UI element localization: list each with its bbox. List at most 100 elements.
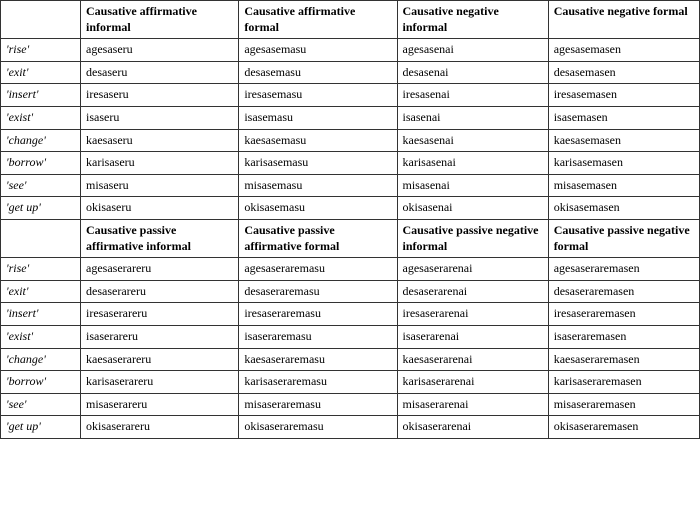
cell-c4: kaesaseraremasen	[548, 348, 699, 371]
cell-c3: isaserarenai	[397, 325, 548, 348]
cell-c4: desaseraremasen	[548, 280, 699, 303]
cell-c2: isaseraremasu	[239, 325, 397, 348]
cell-c2: okisaseraremasu	[239, 416, 397, 439]
cell-c3: okisaserarenai	[397, 416, 548, 439]
cell-c2: desasemasu	[239, 61, 397, 84]
col-header-2: Causative affirmative formal	[239, 1, 397, 39]
cell-c2: misasemasu	[239, 174, 397, 197]
cell-c2: karisasemasu	[239, 152, 397, 175]
word-cell: 'insert'	[1, 84, 81, 107]
table-row: 'rise' agesaseru agesasemasu agesasenai …	[1, 39, 700, 62]
cell-c3: misasenai	[397, 174, 548, 197]
table-row: 'borrow' karisaserareru karisaseraremasu…	[1, 371, 700, 394]
cell-c3: kaesaserarenai	[397, 348, 548, 371]
cell-c1: isaseru	[81, 106, 239, 129]
section2-col-header-2: Causative passive affirmative formal	[239, 219, 397, 257]
cell-c1: karisaserareru	[81, 371, 239, 394]
section2-col-header-3: Causative passive negative informal	[397, 219, 548, 257]
cell-c4: kaesasemasen	[548, 129, 699, 152]
cell-c3: karisaserarenai	[397, 371, 548, 394]
section2-col-header-0	[1, 219, 81, 257]
table-row: 'change' kaesaseru kaesasemasu kaesasena…	[1, 129, 700, 152]
cell-c3: agesasenai	[397, 39, 548, 62]
cell-c1: iresaserareru	[81, 303, 239, 326]
table-row: 'get up' okisaseru okisasemasu okisasena…	[1, 197, 700, 220]
table-row: 'rise' agesaserareru agesaseraremasu age…	[1, 258, 700, 281]
cell-c1: misaserareru	[81, 393, 239, 416]
cell-c4: karisasemasen	[548, 152, 699, 175]
cell-c1: desaserareru	[81, 280, 239, 303]
cell-c4: iresasemasen	[548, 84, 699, 107]
cell-c4: karisaseraremasen	[548, 371, 699, 394]
cell-c1: kaesaserareru	[81, 348, 239, 371]
table-row: 'exit' desaseru desasemasu desasenai des…	[1, 61, 700, 84]
cell-c2: karisaseraremasu	[239, 371, 397, 394]
table-row: 'exist' isaseru isasemasu isasenai isase…	[1, 106, 700, 129]
cell-c3: isasenai	[397, 106, 548, 129]
word-cell: 'get up'	[1, 416, 81, 439]
section2-header-row: Causative passive affirmative informal C…	[1, 219, 700, 257]
cell-c4: iresaseraremasen	[548, 303, 699, 326]
col-header-1: Causative affirmative informal	[81, 1, 239, 39]
cell-c1: okisaseru	[81, 197, 239, 220]
cell-c2: agesasemasu	[239, 39, 397, 62]
cell-c3: okisasenai	[397, 197, 548, 220]
cell-c3: misaserarenai	[397, 393, 548, 416]
table-row: 'borrow' karisaseru karisasemasu karisas…	[1, 152, 700, 175]
cell-c4: agesasemasen	[548, 39, 699, 62]
cell-c2: iresaseraremasu	[239, 303, 397, 326]
table-row: 'insert' iresaseru iresasemasu iresasena…	[1, 84, 700, 107]
word-cell: 'exit'	[1, 280, 81, 303]
col-header-3: Causative negative informal	[397, 1, 548, 39]
word-cell: 'get up'	[1, 197, 81, 220]
word-cell: 'see'	[1, 174, 81, 197]
cell-c1: misaseru	[81, 174, 239, 197]
cell-c2: misaseraremasu	[239, 393, 397, 416]
cell-c3: iresasenai	[397, 84, 548, 107]
cell-c4: desasemasen	[548, 61, 699, 84]
section2-col-header-4: Causative passive negative formal	[548, 219, 699, 257]
word-cell: 'insert'	[1, 303, 81, 326]
table-row: 'see' misaserareru misaseraremasu misase…	[1, 393, 700, 416]
cell-c3: agesaserarenai	[397, 258, 548, 281]
cell-c2: kaesaseraremasu	[239, 348, 397, 371]
cell-c1: agesaseru	[81, 39, 239, 62]
cell-c2: isasemasu	[239, 106, 397, 129]
cell-c4: okisasemasen	[548, 197, 699, 220]
cell-c1: desaseru	[81, 61, 239, 84]
table-row: 'change' kaesaserareru kaesaseraremasu k…	[1, 348, 700, 371]
cell-c1: iresaseru	[81, 84, 239, 107]
cell-c3: desasenai	[397, 61, 548, 84]
cell-c2: kaesasemasu	[239, 129, 397, 152]
section2-col-header-1: Causative passive affirmative informal	[81, 219, 239, 257]
word-cell: 'rise'	[1, 258, 81, 281]
cell-c1: isaserareru	[81, 325, 239, 348]
word-cell: 'change'	[1, 129, 81, 152]
word-cell: 'borrow'	[1, 152, 81, 175]
cell-c2: iresasemasu	[239, 84, 397, 107]
cell-c2: okisasemasu	[239, 197, 397, 220]
cell-c1: agesaserareru	[81, 258, 239, 281]
cell-c1: okisaserareru	[81, 416, 239, 439]
cell-c3: desaserarenai	[397, 280, 548, 303]
conjugation-table: Causative affirmative informal Causative…	[0, 0, 700, 439]
word-cell: 'rise'	[1, 39, 81, 62]
table-row: 'exit' desaserareru desaseraremasu desas…	[1, 280, 700, 303]
cell-c2: agesaseraremasu	[239, 258, 397, 281]
table-row: 'insert' iresaserareru iresaseraremasu i…	[1, 303, 700, 326]
col-header-0	[1, 1, 81, 39]
cell-c2: desaseraremasu	[239, 280, 397, 303]
cell-c3: kaesasenai	[397, 129, 548, 152]
word-cell: 'see'	[1, 393, 81, 416]
word-cell: 'borrow'	[1, 371, 81, 394]
cell-c3: iresaserarenai	[397, 303, 548, 326]
cell-c4: agesaseraremasen	[548, 258, 699, 281]
cell-c1: karisaseru	[81, 152, 239, 175]
table-row: 'exist' isaserareru isaseraremasu isaser…	[1, 325, 700, 348]
word-cell: 'exist'	[1, 325, 81, 348]
cell-c4: isasemasen	[548, 106, 699, 129]
word-cell: 'exit'	[1, 61, 81, 84]
word-cell: 'change'	[1, 348, 81, 371]
cell-c4: misasemasen	[548, 174, 699, 197]
cell-c4: misaseraremasen	[548, 393, 699, 416]
